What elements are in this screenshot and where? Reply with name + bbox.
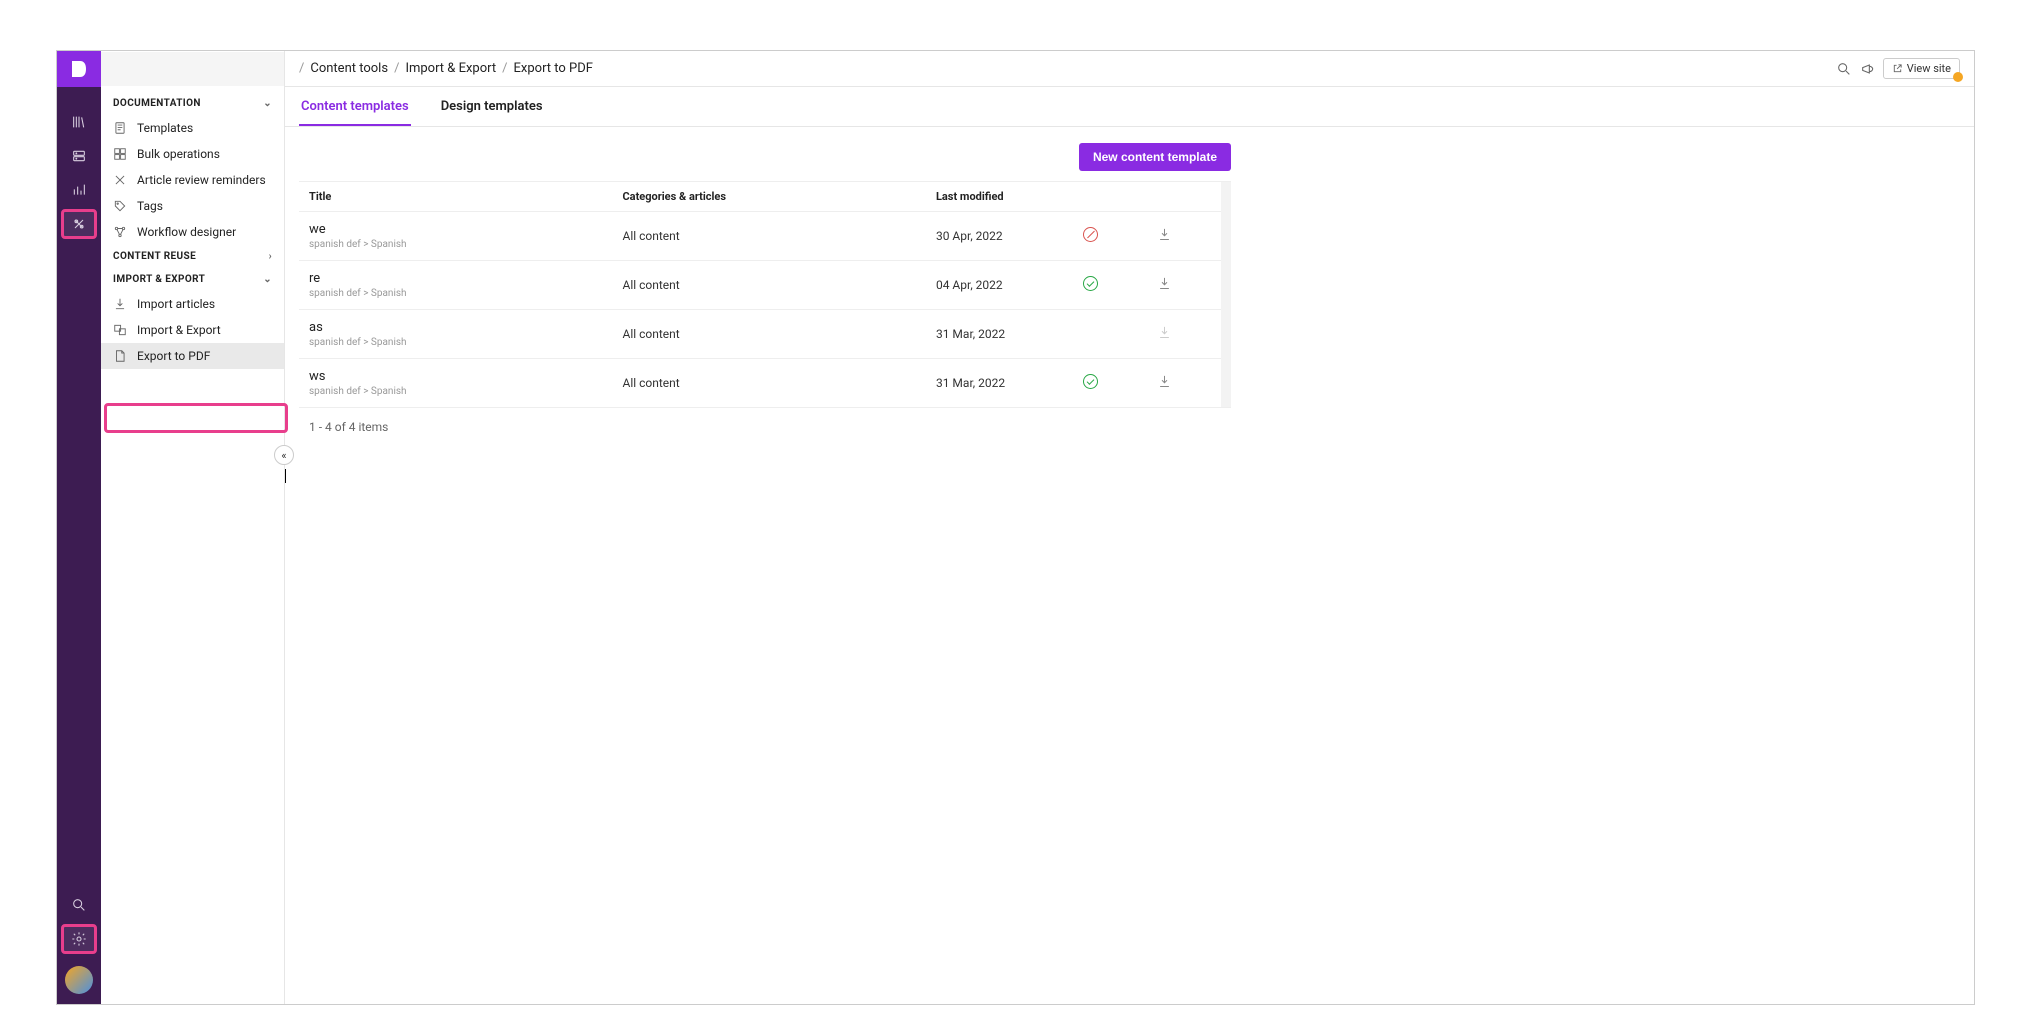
sidebar-item-workflow[interactable]: Workflow designer	[101, 219, 284, 245]
row-categories: All content	[612, 212, 925, 261]
table-row[interactable]: ws spanish def > Spanish All content31 Mar…	[299, 359, 1221, 408]
notification-dot	[1953, 72, 1963, 82]
import-icon	[113, 297, 127, 311]
collapse-sidebar-button[interactable]: «	[274, 445, 294, 465]
exchange-icon	[113, 323, 127, 337]
download-button[interactable]	[1147, 359, 1221, 408]
row-title: re	[309, 271, 602, 286]
nav-rail	[57, 51, 101, 1004]
sidebar-item-export-pdf[interactable]: Export to PDF	[101, 343, 284, 369]
user-avatar[interactable]	[65, 966, 93, 994]
templates-icon	[113, 121, 127, 135]
sidebar-item-label: Import & Export	[137, 323, 221, 337]
row-subtitle: spanish def > Spanish	[309, 386, 602, 397]
breadcrumb-item: Export to PDF	[514, 61, 593, 76]
chevron-right-icon: ›	[269, 251, 272, 262]
row-subtitle: spanish def > Spanish	[309, 337, 602, 348]
search-icon[interactable]	[1835, 60, 1853, 78]
highlight-annotation	[104, 403, 288, 433]
topbar: / Content tools / Import & Export / Expo…	[285, 51, 1974, 87]
sidebar-item-import-articles[interactable]: Import articles	[101, 291, 284, 317]
workflow-icon	[113, 225, 127, 239]
sidebar-item-label: Import articles	[137, 297, 215, 311]
row-subtitle: spanish def > Spanish	[309, 239, 602, 250]
row-modified: 31 Mar, 2022	[926, 310, 1074, 359]
rail-settings-icon[interactable]	[61, 924, 97, 954]
download-button	[1147, 310, 1221, 359]
row-status	[1073, 261, 1147, 310]
table-row[interactable]: we spanish def > Spanish All content30 Apr…	[299, 212, 1221, 261]
sidebar-item-tags[interactable]: Tags	[101, 193, 284, 219]
pdf-icon	[113, 349, 127, 363]
text-cursor	[285, 469, 286, 483]
sidebar-item-label: Export to PDF	[137, 349, 210, 363]
announce-icon[interactable]	[1859, 60, 1877, 78]
row-categories: All content	[612, 310, 925, 359]
templates-table: Title Categories & articles Last modifie…	[299, 182, 1221, 407]
row-title: as	[309, 320, 602, 335]
rail-analytics-icon[interactable]	[61, 175, 97, 205]
sidebar-item-label: Tags	[137, 199, 163, 213]
sidebar-item-label: Bulk operations	[137, 147, 220, 161]
row-status	[1073, 212, 1147, 261]
row-status	[1073, 359, 1147, 408]
tabs: Content templates Design templates	[285, 87, 1974, 127]
row-subtitle: spanish def > Spanish	[309, 288, 602, 299]
chevron-down-icon: ⌄	[263, 274, 272, 285]
app-logo[interactable]	[57, 51, 101, 87]
main-area: / Content tools / Import & Export / Expo…	[285, 51, 1974, 1004]
sidebar-item-label: Article review reminders	[137, 173, 266, 187]
sidebar: DOCUMENTATION ⌄ Templates Bulk operation…	[101, 51, 285, 1004]
chevron-down-icon: ⌄	[263, 98, 272, 109]
blocked-icon	[1083, 227, 1098, 242]
row-categories: All content	[612, 261, 925, 310]
tags-icon	[113, 199, 127, 213]
view-site-button[interactable]: View site	[1883, 58, 1960, 79]
scrollbar[interactable]	[1221, 182, 1231, 407]
sidebar-item-import-export[interactable]: Import & Export	[101, 317, 284, 343]
download-button[interactable]	[1147, 261, 1221, 310]
pagination-summary: 1 - 4 of 4 items	[299, 408, 1231, 446]
sidebar-item-article-review[interactable]: Article review reminders	[101, 167, 284, 193]
table-row[interactable]: re spanish def > Spanish All content04 Apr…	[299, 261, 1221, 310]
row-title: we	[309, 222, 602, 237]
project-selector[interactable]	[101, 52, 284, 86]
row-modified: 31 Mar, 2022	[926, 359, 1074, 408]
check-circle-icon	[1083, 374, 1098, 389]
row-title: ws	[309, 369, 602, 384]
col-title[interactable]: Title	[299, 182, 612, 212]
tab-design-templates[interactable]: Design templates	[439, 89, 545, 126]
sidebar-item-label: Workflow designer	[137, 225, 236, 239]
rail-tools-icon[interactable]	[61, 209, 97, 239]
review-icon	[113, 173, 127, 187]
row-status	[1073, 310, 1147, 359]
col-categories[interactable]: Categories & articles	[612, 182, 925, 212]
rail-search-icon[interactable]	[61, 890, 97, 920]
row-categories: All content	[612, 359, 925, 408]
check-circle-icon	[1083, 276, 1098, 291]
row-modified: 30 Apr, 2022	[926, 212, 1074, 261]
rail-storage-icon[interactable]	[61, 141, 97, 171]
col-modified[interactable]: Last modified	[926, 182, 1074, 212]
bulk-icon	[113, 147, 127, 161]
row-modified: 04 Apr, 2022	[926, 261, 1074, 310]
new-content-template-button[interactable]: New content template	[1079, 143, 1231, 171]
tab-content-templates[interactable]: Content templates	[299, 89, 411, 126]
rail-library-icon[interactable]	[61, 107, 97, 137]
breadcrumb-item[interactable]: Import & Export	[405, 61, 496, 76]
breadcrumb-item[interactable]: Content tools	[310, 61, 388, 76]
content-panel: New content template Title Categories & …	[285, 127, 1245, 462]
app-frame: DOCUMENTATION ⌄ Templates Bulk operation…	[56, 50, 1975, 1005]
download-button[interactable]	[1147, 212, 1221, 261]
sidebar-item-templates[interactable]: Templates	[101, 115, 284, 141]
sidebar-section-import-export[interactable]: IMPORT & EXPORT ⌄	[101, 268, 284, 291]
sidebar-section-documentation[interactable]: DOCUMENTATION ⌄	[101, 92, 284, 115]
sidebar-item-label: Templates	[137, 121, 193, 135]
sidebar-item-bulk-operations[interactable]: Bulk operations	[101, 141, 284, 167]
sidebar-section-content-reuse[interactable]: CONTENT REUSE ›	[101, 245, 284, 268]
table-row[interactable]: as spanish def > Spanish All content31 Mar…	[299, 310, 1221, 359]
